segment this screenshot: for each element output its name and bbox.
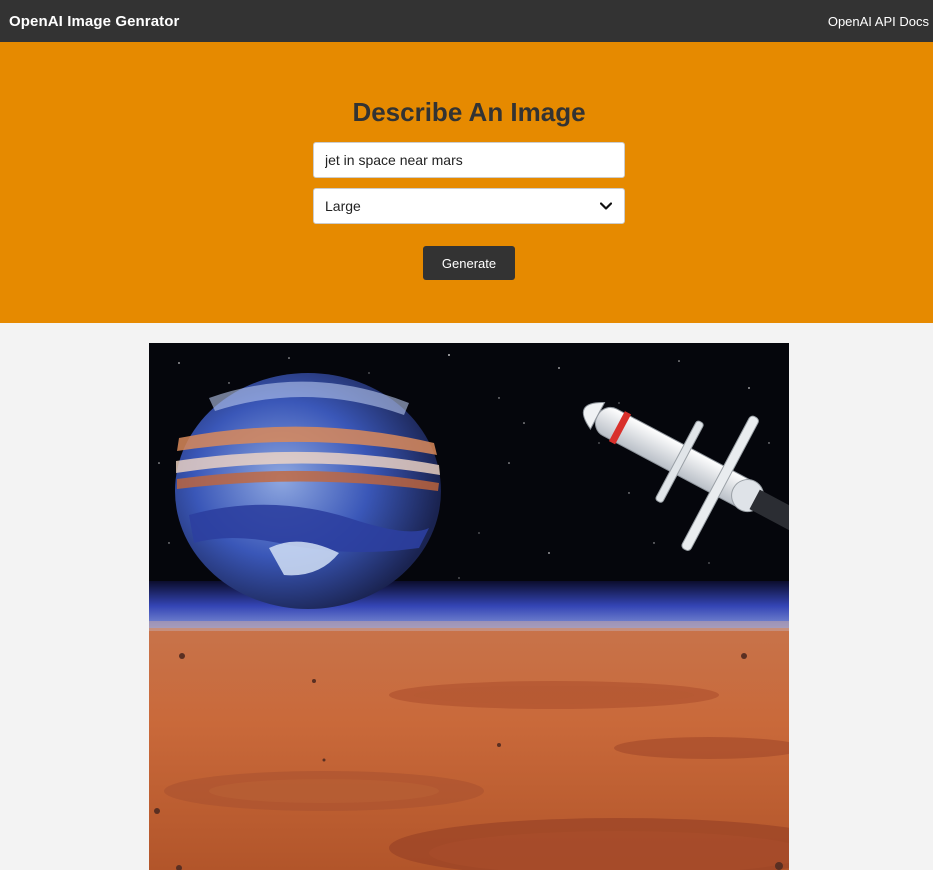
page-title: Describe An Image — [352, 97, 586, 127]
api-docs-link[interactable]: OpenAI API Docs — [828, 14, 929, 29]
prompt-input[interactable] — [313, 142, 625, 178]
size-select[interactable]: Large — [313, 188, 625, 224]
chevron-down-icon — [599, 199, 613, 213]
generated-image — [149, 343, 789, 870]
site-logo[interactable]: OpenAI Image Genrator — [9, 13, 179, 30]
form-section: Describe An Image Large Generate — [0, 42, 933, 323]
navbar: OpenAI Image Genrator OpenAI API Docs — [0, 0, 933, 42]
generated-image-illustration — [149, 343, 789, 870]
size-select-value: Large — [325, 198, 361, 214]
generate-button[interactable]: Generate — [423, 246, 515, 280]
